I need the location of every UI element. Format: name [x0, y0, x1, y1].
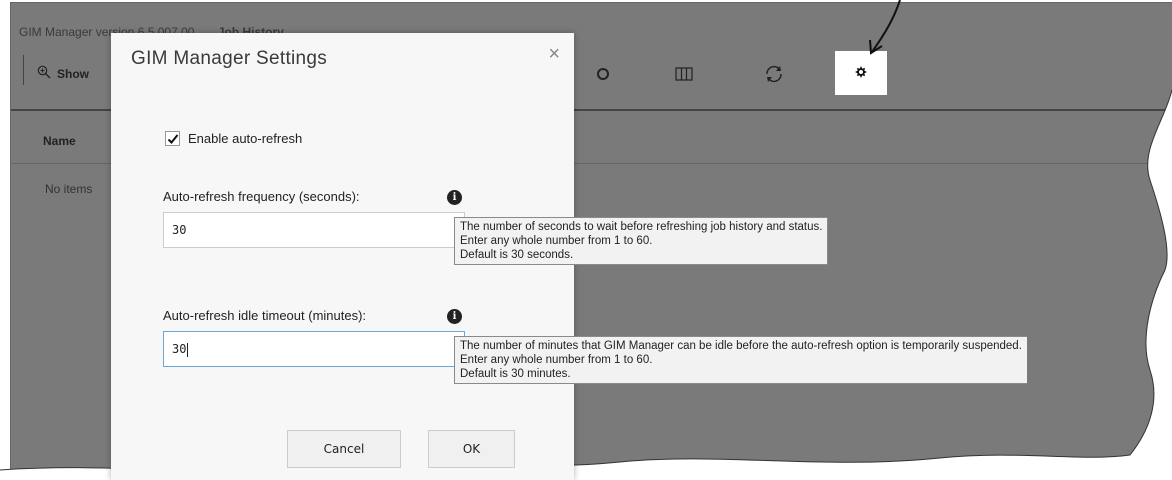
tooltip-line: Default is 30 seconds.: [460, 249, 574, 261]
dialog-title: GIM Manager Settings: [131, 48, 328, 69]
frequency-info-icon[interactable]: i: [447, 190, 462, 205]
auto-refresh-label: Enable auto-refresh: [188, 131, 303, 146]
frequency-tooltip: The number of seconds to wait before ref…: [454, 217, 829, 265]
close-icon[interactable]: ×: [548, 43, 560, 66]
tooltip-line: The number of seconds to wait before ref…: [460, 221, 823, 233]
tooltip-line: The number of minutes that GIM Manager c…: [460, 340, 1022, 352]
timeout-tooltip: The number of minutes that GIM Manager c…: [454, 336, 1027, 384]
checkmark-icon: [167, 133, 178, 144]
tooltip-line: Enter any whole number from 1 to 60.: [460, 235, 653, 247]
frequency-value: 30: [172, 223, 187, 237]
frequency-input[interactable]: 30: [163, 212, 465, 248]
tooltip-line: Enter any whole number from 1 to 60.: [460, 354, 653, 366]
timeout-input[interactable]: 30: [163, 331, 465, 367]
timeout-label: Auto-refresh idle timeout (minutes):: [163, 308, 367, 323]
tooltip-line: Default is 30 minutes.: [460, 368, 571, 380]
ok-button[interactable]: OK: [428, 430, 515, 468]
timeout-value: 30: [172, 342, 187, 356]
cancel-button[interactable]: Cancel: [287, 430, 401, 468]
auto-refresh-checkbox[interactable]: [165, 131, 180, 146]
auto-refresh-checkbox-row[interactable]: Enable auto-refresh: [165, 131, 302, 146]
timeout-info-icon[interactable]: i: [447, 309, 462, 324]
frequency-label: Auto-refresh frequency (seconds):: [163, 189, 360, 204]
text-caret: [187, 342, 189, 357]
